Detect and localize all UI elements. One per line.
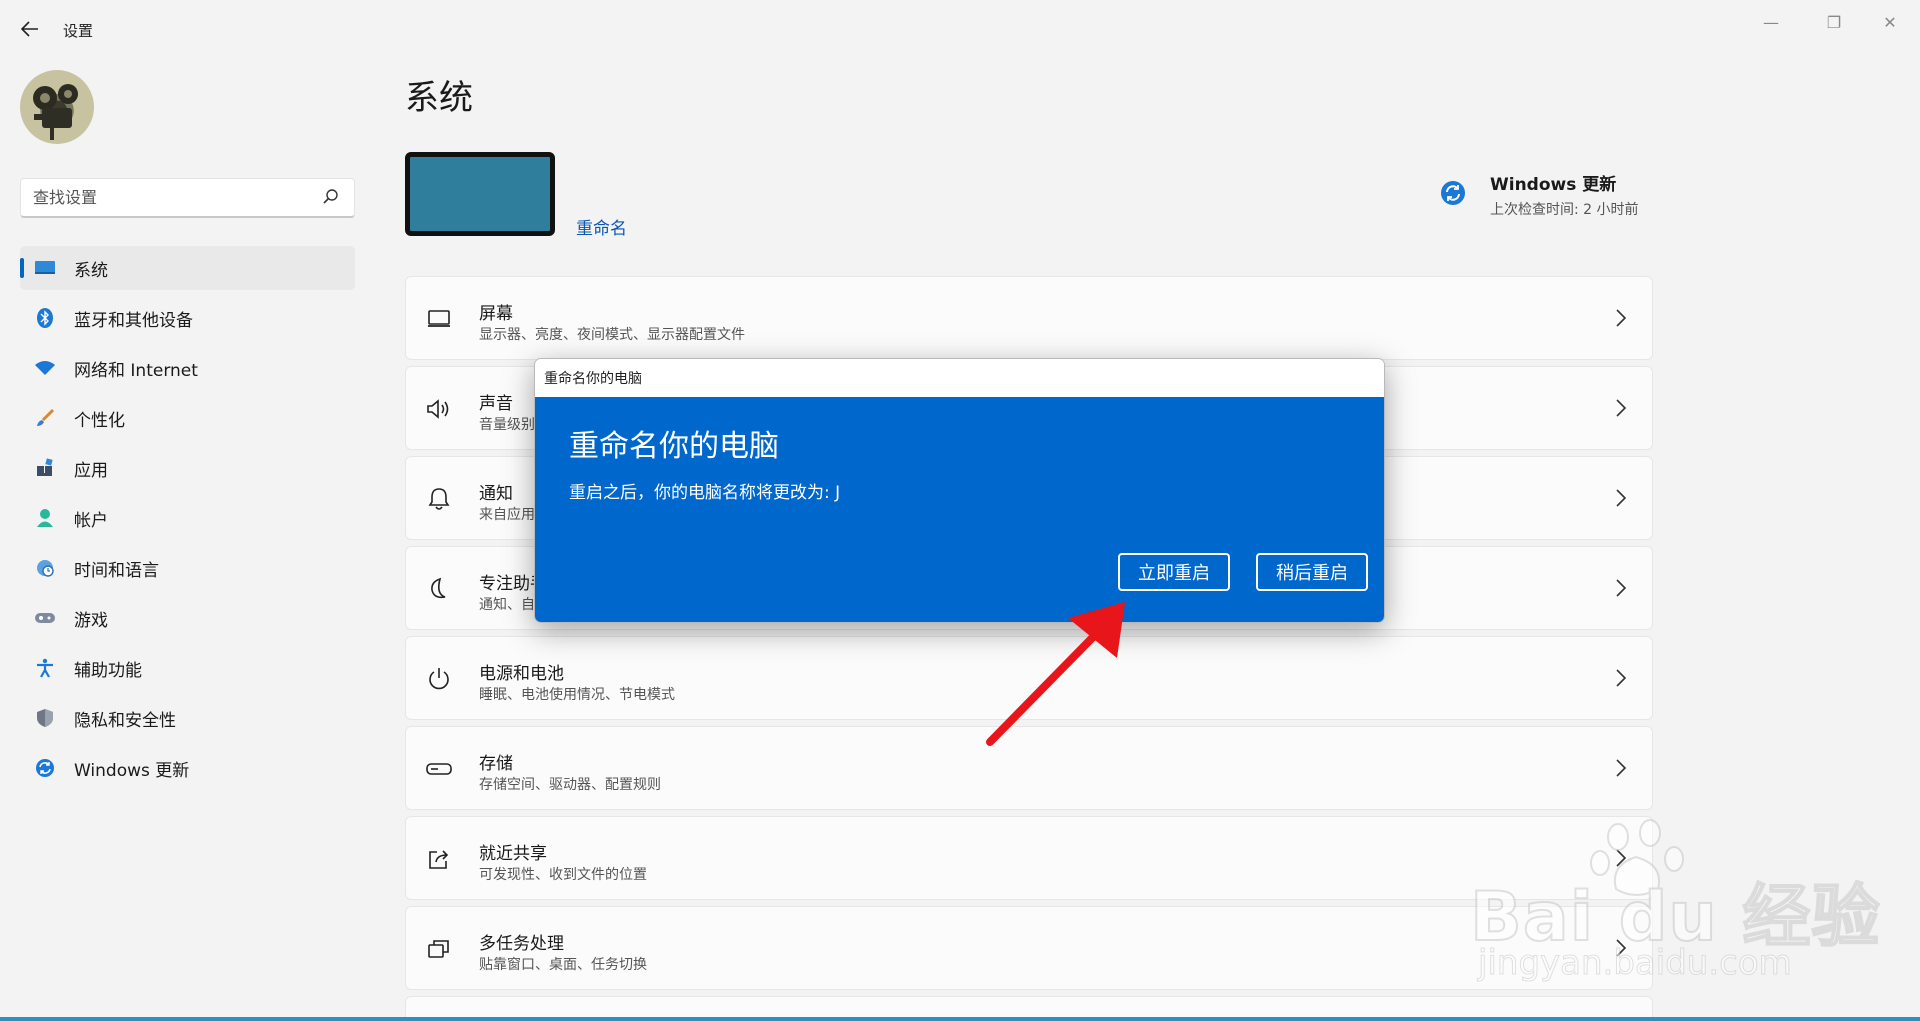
bottom-edge: [0, 1017, 1920, 1021]
sidebar-item-system[interactable]: 系统: [20, 246, 355, 290]
close-button[interactable]: ✕: [1866, 6, 1914, 38]
close-icon: ✕: [1883, 12, 1897, 32]
minimize-button[interactable]: —: [1747, 6, 1795, 38]
sidebar-item-label: 游戏: [74, 610, 108, 631]
wifi-icon: [34, 357, 56, 379]
dialog-body: 重命名你的电脑 重启之后，你的电脑名称将更改为: J 立即重启 稍后重启: [535, 397, 1384, 622]
search-icon[interactable]: [322, 188, 340, 206]
gamepad-icon: [34, 607, 56, 629]
globe-clock-icon: [34, 557, 56, 579]
card-subtitle: 贴靠窗口、桌面、任务切换: [479, 957, 647, 973]
title-bar: 设置 — ❐ ✕: [0, 0, 1920, 60]
card-subtitle: 来自应用: [479, 507, 535, 523]
power-icon: [426, 666, 452, 692]
sidebar-item-bluetooth[interactable]: 蓝牙和其他设备: [20, 296, 355, 340]
card-title: 屏幕: [479, 304, 513, 324]
maximize-button[interactable]: ❐: [1810, 6, 1858, 38]
chevron-right-icon: [1616, 489, 1627, 507]
sidebar-item-time-language[interactable]: 时间和语言: [20, 546, 355, 590]
card-multitasking[interactable]: 多任务处理 贴靠窗口、桌面、任务切换: [405, 906, 1653, 990]
arrow-left-icon: [21, 21, 38, 37]
dialog-message: 重启之后，你的电脑名称将更改为: J: [569, 483, 841, 503]
sidebar-item-gaming[interactable]: 游戏: [20, 596, 355, 640]
device-image: [405, 152, 555, 236]
sidebar-item-label: 应用: [74, 460, 108, 481]
card-display[interactable]: 屏幕 显示器、亮度、夜间模式、显示器配置文件: [405, 276, 1653, 360]
sidebar-item-label: 辅助功能: [74, 660, 142, 681]
restore-icon: ❐: [1826, 12, 1842, 32]
card-subtitle: 可发现性、收到文件的位置: [479, 867, 647, 883]
card-subtitle: 存储空间、驱动器、配置规则: [479, 777, 661, 793]
sidebar-item-label: 系统: [74, 260, 108, 281]
app-title: 设置: [63, 22, 94, 40]
update-title: Windows 更新: [1490, 175, 1617, 195]
card-title: 声音: [479, 394, 513, 414]
apps-icon: [34, 457, 56, 479]
restart-later-button[interactable]: 稍后重启: [1256, 553, 1368, 591]
baidu-watermark: Bai du 经验 jingyan.baidu.com: [1469, 815, 1880, 985]
update-subtitle: 上次检查时间: 2 小时前: [1490, 202, 1639, 218]
accessibility-icon: [34, 657, 56, 679]
card-title: 通知: [479, 484, 513, 504]
bell-icon: [426, 486, 452, 512]
rename-link[interactable]: 重命名: [576, 214, 627, 239]
chevron-right-icon: [1616, 669, 1627, 687]
sidebar-item-accessibility[interactable]: 辅助功能: [20, 646, 355, 690]
sidebar-item-windows-update[interactable]: Windows 更新: [20, 746, 355, 790]
card-title: 多任务处理: [479, 934, 564, 954]
sidebar-item-label: 蓝牙和其他设备: [74, 310, 193, 331]
bluetooth-icon: [34, 307, 56, 329]
sync-icon: [1441, 181, 1465, 205]
search-box[interactable]: [20, 178, 355, 218]
sidebar-item-network[interactable]: 网络和 Internet: [20, 346, 355, 390]
sync-icon: [34, 757, 56, 779]
dialog-title-bar: 重命名你的电脑: [535, 359, 1384, 397]
sidebar-item-label: 时间和语言: [74, 560, 159, 581]
sidebar-nav: 系统 蓝牙和其他设备 网络和 Internet 个性化 应用 帐户 时间和语言 …: [20, 246, 355, 796]
sidebar-item-label: 个性化: [74, 410, 125, 431]
card-subtitle: 通知、自: [479, 597, 535, 613]
card-title: 存储: [479, 754, 513, 774]
card-title: 电源和电池: [479, 664, 564, 684]
account-icon: [34, 507, 56, 529]
rename-dialog: 重命名你的电脑 重命名你的电脑 重启之后，你的电脑名称将更改为: J 立即重启 …: [534, 358, 1385, 623]
chevron-right-icon: [1616, 759, 1627, 777]
sidebar-item-label: Windows 更新: [74, 760, 190, 781]
sidebar-item-apps[interactable]: 应用: [20, 446, 355, 490]
sidebar-item-personalization[interactable]: 个性化: [20, 396, 355, 440]
page-title: 系统: [405, 78, 473, 118]
avatar[interactable]: [20, 70, 94, 144]
speaker-icon: [426, 396, 452, 422]
sidebar-item-accounts[interactable]: 帐户: [20, 496, 355, 540]
card-subtitle: 显示器、亮度、夜间模式、显示器配置文件: [479, 327, 745, 343]
search-input[interactable]: [21, 179, 301, 215]
back-button[interactable]: [18, 17, 42, 41]
chevron-right-icon: [1616, 309, 1627, 327]
sidebar-item-label: 隐私和安全性: [74, 710, 176, 731]
monitor-icon: [426, 306, 452, 332]
storage-drive-icon: [426, 756, 452, 782]
shield-icon: [34, 707, 56, 729]
sidebar-item-label: 网络和 Internet: [74, 360, 198, 381]
watermark-url: jingyan.baidu.com: [1478, 943, 1793, 984]
chevron-right-icon: [1616, 579, 1627, 597]
system-display-icon: [34, 257, 56, 279]
moon-icon: [426, 576, 452, 602]
chevron-right-icon: [1616, 399, 1627, 417]
sidebar-item-privacy[interactable]: 隐私和安全性: [20, 696, 355, 740]
share-icon: [426, 846, 452, 872]
card-title: 就近共享: [479, 844, 547, 864]
avatar-image: [33, 84, 78, 140]
brush-icon: [34, 407, 56, 429]
annotation-arrow: [986, 602, 1125, 746]
minimize-icon: —: [1763, 12, 1779, 32]
multitask-icon: [426, 936, 452, 962]
card-nearby-sharing[interactable]: 就近共享 可发现性、收到文件的位置: [405, 816, 1653, 900]
dialog-heading: 重命名你的电脑: [569, 429, 779, 464]
sidebar-item-label: 帐户: [74, 510, 108, 531]
card-subtitle: 睡眠、电池使用情况、节电模式: [479, 687, 675, 703]
card-subtitle: 音量级别: [479, 417, 535, 433]
